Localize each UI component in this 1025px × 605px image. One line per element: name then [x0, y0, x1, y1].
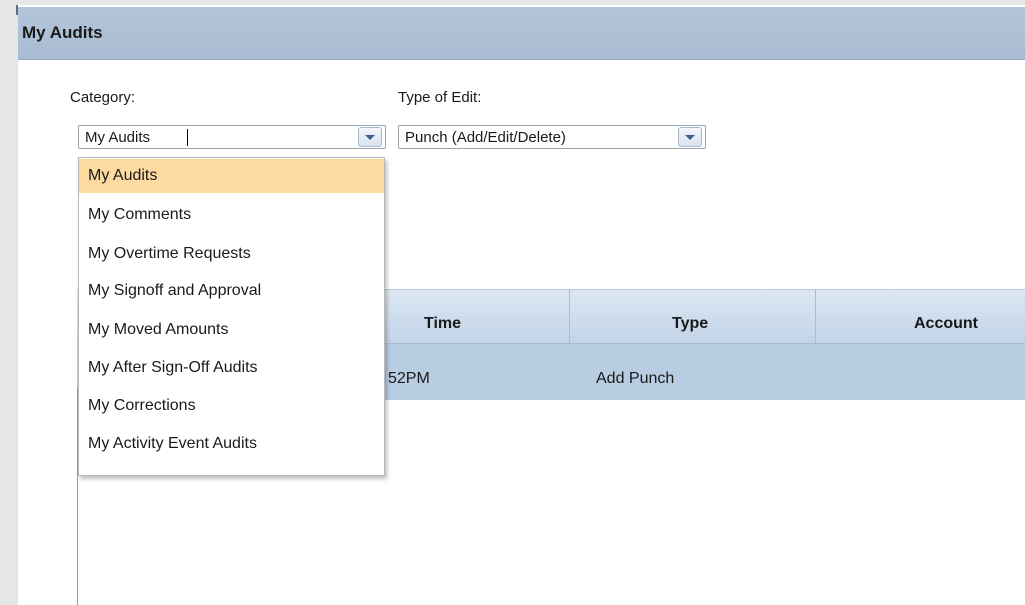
type-of-edit-label: Type of Edit:: [398, 89, 482, 106]
chevron-down-icon: [685, 135, 695, 140]
column-header-account[interactable]: Account: [914, 315, 978, 333]
panel-corner: [16, 5, 18, 15]
dropdown-option-my-corrections[interactable]: My Corrections: [79, 389, 384, 423]
category-dropdown-list: My Audits My Comments My Overtime Reques…: [78, 157, 385, 476]
dropdown-option-my-comments[interactable]: My Comments: [79, 198, 384, 232]
panel-title: My Audits: [22, 23, 103, 42]
category-value[interactable]: My Audits: [85, 129, 150, 146]
panel-header: My Audits: [18, 7, 1025, 60]
type-of-edit-dropdown-button[interactable]: [678, 127, 702, 147]
column-separator[interactable]: [815, 289, 816, 344]
category-dropdown-button[interactable]: [358, 127, 382, 147]
dropdown-option-my-overtime-requests[interactable]: My Overtime Requests: [79, 237, 384, 271]
type-of-edit-value[interactable]: Punch (Add/Edit/Delete): [405, 129, 566, 146]
column-separator[interactable]: [569, 289, 570, 344]
text-caret: [187, 129, 188, 146]
column-header-type[interactable]: Type: [672, 315, 708, 333]
column-header-time[interactable]: Time: [424, 315, 461, 333]
dropdown-option-my-audits[interactable]: My Audits: [79, 159, 384, 193]
type-of-edit-combobox[interactable]: Punch (Add/Edit/Delete): [398, 125, 706, 149]
cell-type: Add Punch: [596, 370, 675, 387]
cell-time: 52PM: [388, 370, 430, 387]
audits-panel: My Audits Category: My Audits Type of Ed…: [18, 7, 1025, 605]
dropdown-option-my-signoff-and-approval[interactable]: My Signoff and Approval: [79, 274, 384, 308]
category-label: Category:: [70, 89, 136, 106]
chevron-down-icon: [365, 135, 375, 140]
dropdown-option-my-moved-amounts[interactable]: My Moved Amounts: [79, 313, 384, 347]
dropdown-option-my-activity-event-audits[interactable]: My Activity Event Audits: [79, 427, 384, 461]
category-combobox[interactable]: My Audits: [78, 125, 386, 149]
dropdown-option-my-after-sign-off-audits[interactable]: My After Sign-Off Audits: [79, 351, 384, 385]
